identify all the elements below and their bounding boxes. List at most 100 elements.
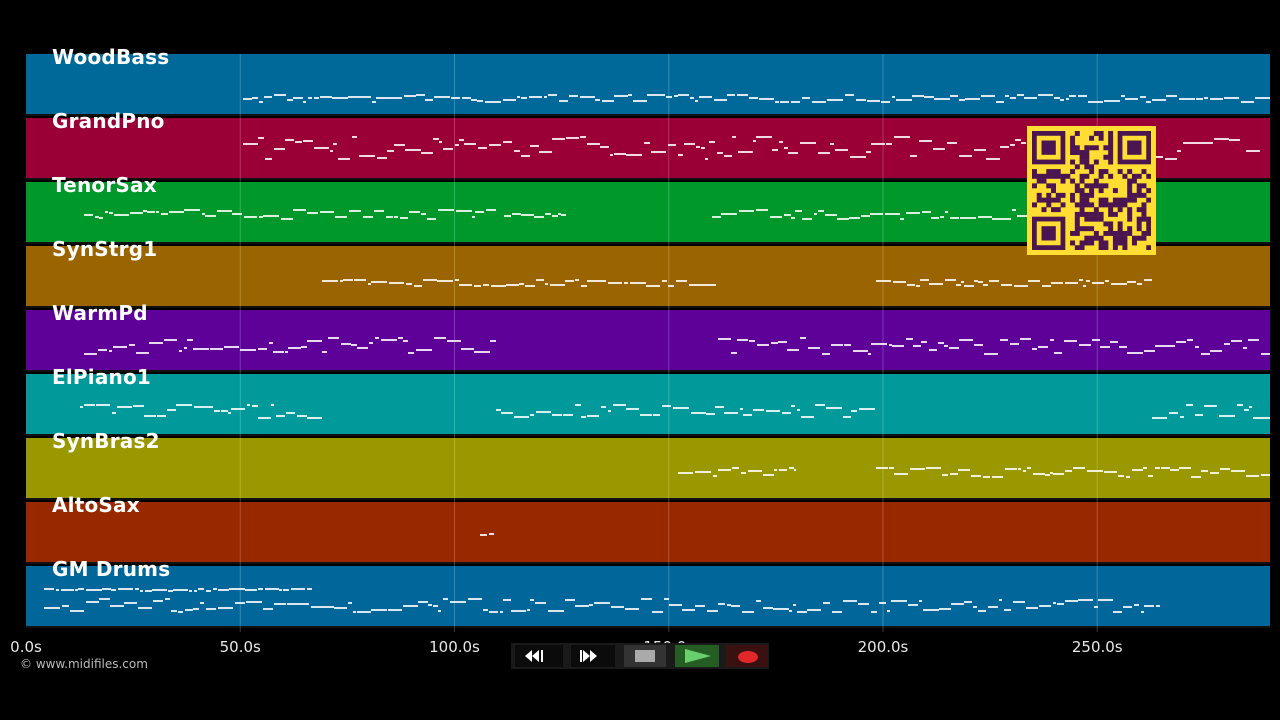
qr-module — [1098, 169, 1104, 175]
note — [194, 590, 197, 592]
note — [1201, 353, 1210, 355]
note — [330, 211, 334, 213]
note — [1023, 470, 1026, 472]
note — [789, 467, 794, 469]
stop-button[interactable] — [624, 645, 666, 667]
note — [784, 214, 791, 216]
qr-module — [1108, 131, 1114, 136]
note — [1002, 218, 1011, 220]
note — [1053, 602, 1056, 604]
note — [287, 603, 301, 605]
note — [1141, 611, 1144, 613]
note — [439, 141, 442, 143]
note — [999, 599, 1002, 601]
note — [1161, 467, 1170, 469]
note — [892, 345, 904, 347]
note — [1143, 467, 1147, 469]
note — [258, 417, 271, 419]
track-woodbass[interactable]: WoodBass — [26, 45, 1270, 116]
qr-module — [1122, 202, 1128, 208]
note — [263, 608, 273, 610]
note — [503, 99, 516, 101]
qr-module — [1103, 154, 1109, 160]
note — [359, 155, 375, 157]
note — [109, 212, 113, 214]
note — [258, 137, 264, 139]
note — [336, 337, 339, 339]
qr-module — [1070, 150, 1076, 155]
note — [580, 136, 586, 138]
note — [228, 412, 231, 414]
note — [514, 150, 520, 152]
note — [662, 280, 667, 282]
note — [714, 99, 727, 101]
note — [695, 605, 705, 607]
note — [1249, 406, 1252, 408]
note — [881, 101, 890, 103]
note — [959, 99, 965, 101]
note — [641, 598, 652, 600]
note — [782, 412, 791, 414]
track-synstrg1[interactable]: SynStrg1 — [26, 237, 1270, 308]
track-warmpd[interactable]: WarmPd — [26, 301, 1270, 372]
time-tick-label: 100.0s — [429, 638, 480, 656]
qr-module — [1084, 150, 1090, 155]
rewind-button[interactable] — [515, 645, 563, 667]
note — [1123, 606, 1132, 608]
note — [1146, 101, 1151, 103]
note — [358, 96, 371, 98]
track-elpiano1[interactable]: ElPiano1 — [26, 365, 1270, 436]
note — [808, 347, 820, 349]
note — [1196, 98, 1203, 100]
note — [544, 96, 547, 98]
note — [129, 344, 135, 346]
note — [1179, 467, 1191, 469]
note — [861, 215, 864, 217]
fast-forward-button[interactable] — [571, 645, 615, 667]
record-button[interactable] — [726, 645, 768, 667]
note — [1195, 414, 1203, 416]
note — [545, 283, 548, 285]
note — [414, 285, 422, 287]
note — [341, 343, 351, 345]
note — [1005, 468, 1017, 470]
qr-module — [1046, 202, 1052, 208]
note — [548, 610, 564, 612]
note — [900, 218, 904, 220]
qr-module — [1070, 135, 1076, 141]
note — [896, 99, 912, 101]
note — [800, 337, 806, 339]
track-gm-drums[interactable]: GM Drums — [26, 557, 1270, 628]
note — [1121, 95, 1125, 97]
track-synbras2[interactable]: SynBras2 — [26, 429, 1270, 500]
play-button[interactable] — [675, 645, 719, 667]
note — [387, 150, 394, 152]
qr-module — [1108, 159, 1114, 165]
note — [84, 404, 95, 406]
note — [489, 533, 494, 535]
note — [328, 337, 336, 339]
note — [471, 99, 477, 101]
track-altosax[interactable]: AltoSax — [26, 493, 1270, 564]
note — [832, 611, 842, 613]
note — [996, 101, 1004, 103]
note — [974, 149, 986, 151]
note — [357, 611, 371, 613]
note — [843, 600, 857, 602]
note — [194, 406, 204, 408]
note — [1066, 98, 1069, 100]
note — [837, 218, 849, 220]
note — [179, 350, 182, 352]
qr-finder-pattern — [1127, 140, 1142, 155]
qr-module — [1093, 183, 1099, 189]
note — [848, 344, 851, 346]
note — [950, 217, 959, 219]
note — [802, 97, 810, 99]
note — [1248, 339, 1253, 341]
note — [1204, 405, 1217, 407]
note — [1028, 280, 1040, 282]
note — [501, 412, 513, 414]
note — [105, 211, 108, 213]
qr-module — [1122, 230, 1128, 236]
note — [1214, 138, 1229, 140]
